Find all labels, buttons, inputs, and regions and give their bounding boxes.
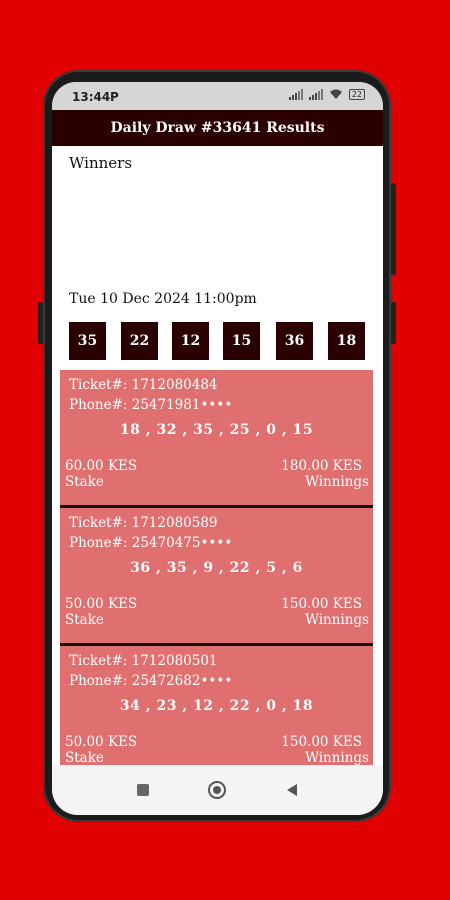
status-icons: 22 bbox=[288, 89, 365, 100]
ticket-card[interactable]: Ticket#: 1712080484 Phone#: 25471981••••… bbox=[60, 370, 373, 505]
winning-ball: 22 bbox=[121, 322, 158, 360]
ticket-phone: Phone#: 25471981•••• bbox=[69, 397, 233, 413]
winnings-label: Winnings bbox=[305, 750, 369, 766]
results-content[interactable]: Winners Tue 10 Dec 2024 11:00pm 35 22 12… bbox=[52, 146, 383, 766]
ticket-phone: Phone#: 25470475•••• bbox=[69, 535, 233, 551]
ticket-numbers: 18 , 32 , 35 , 25 , 0 , 15 bbox=[119, 422, 314, 438]
battery-icon: 22 bbox=[348, 89, 365, 100]
stake-label: Stake bbox=[65, 612, 104, 628]
signal-icon-2 bbox=[308, 89, 323, 100]
ticket-card[interactable]: Ticket#: 1712080501 Phone#: 25472682••••… bbox=[60, 646, 373, 766]
draw-datetime: Tue 10 Dec 2024 11:00pm bbox=[69, 291, 257, 307]
winnings-value: 150.00 KES bbox=[281, 596, 362, 612]
stake-value: 50.00 KES bbox=[65, 596, 138, 612]
navigation-bar bbox=[52, 765, 383, 815]
ticket-numbers: 34 , 23 , 12 , 22 , 0 , 18 bbox=[119, 698, 314, 714]
circle-icon bbox=[208, 781, 226, 799]
app-bar: Daily Draw #33641 Results bbox=[52, 110, 383, 146]
screen: 13:44 P 22 Daily Draw #33641 Results Win… bbox=[52, 82, 383, 815]
stake-label: Stake bbox=[65, 474, 104, 490]
status-bar: 13:44 P 22 bbox=[52, 82, 383, 110]
stake-label: Stake bbox=[65, 750, 104, 766]
winning-ball: 15 bbox=[223, 322, 260, 360]
ticket-number: Ticket#: 1712080484 bbox=[69, 377, 218, 393]
volume-button bbox=[391, 183, 396, 275]
winning-ball: 12 bbox=[172, 322, 209, 360]
square-icon bbox=[137, 784, 149, 796]
winning-balls: 35 22 12 15 36 18 bbox=[69, 322, 369, 360]
winnings-label: Winnings bbox=[305, 612, 369, 628]
winning-ball: 18 bbox=[328, 322, 365, 360]
ticket-number: Ticket#: 1712080589 bbox=[69, 515, 218, 531]
power-button bbox=[391, 302, 396, 344]
status-time: 13:44 bbox=[72, 90, 111, 104]
winnings-value: 150.00 KES bbox=[281, 734, 362, 750]
side-key bbox=[38, 302, 43, 344]
ticket-number: Ticket#: 1712080501 bbox=[69, 653, 218, 669]
winning-ball: 35 bbox=[69, 322, 106, 360]
winners-heading: Winners bbox=[69, 154, 133, 172]
recents-button[interactable] bbox=[132, 779, 154, 801]
battery-level: 22 bbox=[351, 90, 362, 99]
stake-value: 60.00 KES bbox=[65, 458, 138, 474]
ticket-card[interactable]: Ticket#: 1712080589 Phone#: 25470475••••… bbox=[60, 508, 373, 643]
stake-value: 50.00 KES bbox=[65, 734, 138, 750]
back-button[interactable] bbox=[281, 779, 303, 801]
page-title: Daily Draw #33641 Results bbox=[110, 120, 325, 136]
winnings-label: Winnings bbox=[305, 474, 369, 490]
winning-ball: 36 bbox=[276, 322, 313, 360]
wifi-icon bbox=[329, 89, 342, 99]
signal-icon bbox=[288, 89, 303, 100]
ticket-numbers: 36 , 35 , 9 , 22 , 5 , 6 bbox=[130, 560, 303, 576]
home-button[interactable] bbox=[206, 779, 228, 801]
winnings-value: 180.00 KES bbox=[281, 458, 362, 474]
triangle-back-icon bbox=[287, 784, 297, 796]
status-indicator: P bbox=[110, 90, 119, 104]
ticket-phone: Phone#: 25472682•••• bbox=[69, 673, 233, 689]
